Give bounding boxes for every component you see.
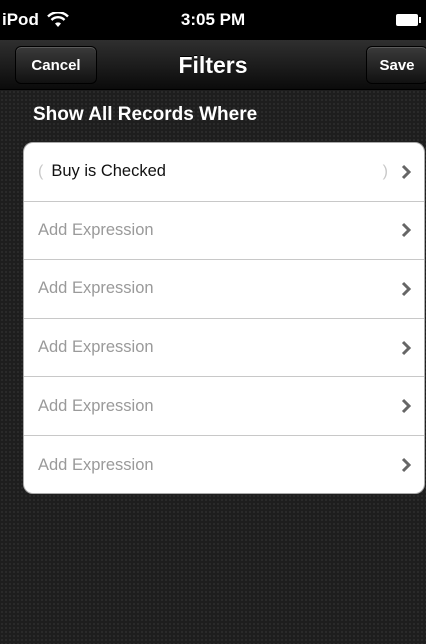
expression-label: Buy is Checked [51,162,166,181]
navigation-bar: Filters Cancel Save [0,40,426,90]
chevron-right-icon [401,164,412,179]
expression-row[interactable]: ( Buy is Checked ) [24,143,424,202]
add-expression-row[interactable]: Add Expression [24,202,424,261]
expression-table: ( Buy is Checked ) Add Expression Add Ex… [23,142,425,494]
chevron-right-icon [401,223,412,238]
carrier-label: iPod [2,10,39,29]
open-paren: ( [38,162,44,180]
chevron-right-icon [401,399,412,414]
add-expression-row[interactable]: Add Expression [24,377,424,436]
add-expression-label: Add Expression [38,279,154,298]
add-expression-row[interactable]: Add Expression [24,436,424,493]
save-button[interactable]: Save [366,46,426,84]
close-paren: ) [382,162,388,180]
add-expression-label: Add Expression [38,220,154,239]
add-expression-row[interactable]: Add Expression [24,260,424,319]
chevron-right-icon [401,458,412,473]
cancel-button[interactable]: Cancel [15,46,97,84]
chevron-right-icon [401,281,412,297]
battery-icon [396,14,421,26]
add-expression-label: Add Expression [38,338,154,357]
add-expression-row[interactable]: Add Expression [24,319,424,378]
wifi-icon [46,12,69,28]
add-expression-label: Add Expression [38,455,154,474]
chevron-right-icon [401,340,412,355]
status-left: iPod [2,10,69,30]
add-expression-label: Add Expression [38,396,154,415]
status-bar: iPod 3:05 PM [0,0,426,40]
section-header: Show All Records Where [33,104,258,125]
